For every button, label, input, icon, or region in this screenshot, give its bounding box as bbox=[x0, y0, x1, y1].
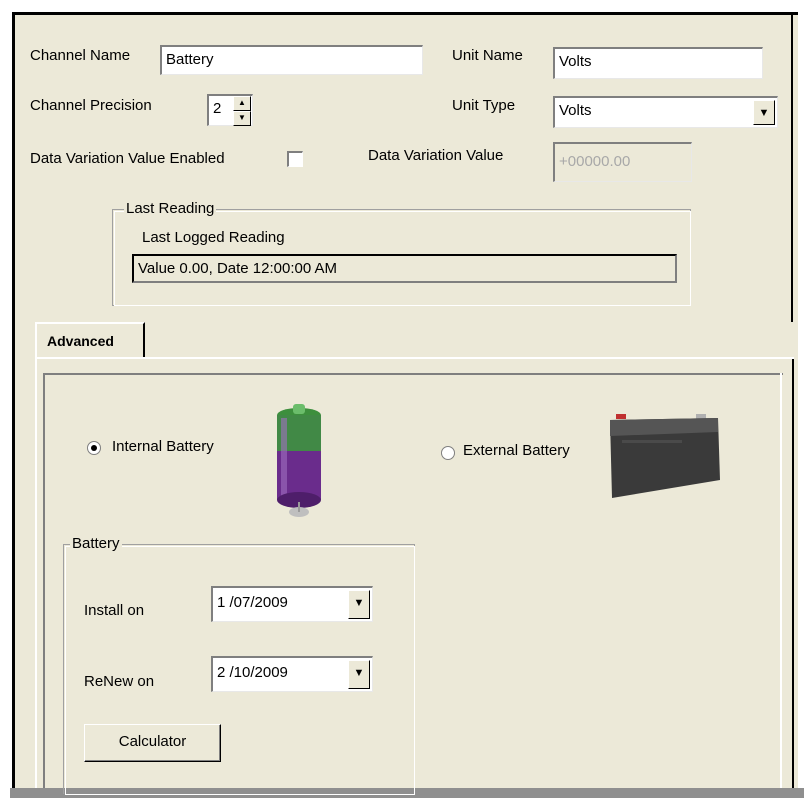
radio-selected-dot bbox=[91, 445, 97, 451]
dropdown-arrow-icon[interactable]: ▼ bbox=[753, 100, 775, 125]
content-area-right-edge bbox=[780, 373, 782, 788]
unit-type-select[interactable]: Volts ▼ bbox=[553, 96, 778, 128]
tab-advanced[interactable]: Advanced bbox=[35, 322, 145, 358]
external-battery-radio[interactable] bbox=[441, 446, 455, 460]
calculator-button[interactable]: Calculator bbox=[84, 724, 221, 762]
renew-on-value: 2 /10/2009 bbox=[217, 664, 288, 681]
data-variation-enabled-checkbox[interactable] bbox=[287, 151, 303, 167]
dropdown-arrow-icon[interactable]: ▼ bbox=[348, 660, 370, 689]
last-logged-reading-caption: Last Logged Reading bbox=[142, 229, 285, 246]
dropdown-arrow-icon[interactable]: ▼ bbox=[348, 590, 370, 619]
channel-precision-label: Channel Precision bbox=[30, 97, 152, 114]
internal-battery-label: Internal Battery bbox=[112, 438, 214, 455]
channel-name-field[interactable]: Battery bbox=[160, 45, 423, 75]
internal-battery-radio[interactable] bbox=[87, 441, 101, 455]
panel-right-border bbox=[791, 14, 793, 322]
last-reading-group-title: Last Reading bbox=[124, 200, 217, 218]
data-variation-value-label: Data Variation Value bbox=[368, 147, 504, 164]
battery-group-title: Battery bbox=[70, 535, 122, 553]
channel-name-label: Channel Name bbox=[30, 47, 131, 64]
spin-up-icon[interactable]: ▲ bbox=[233, 96, 251, 111]
unit-name-field[interactable]: Volts bbox=[553, 47, 763, 79]
unit-type-label: Unit Type bbox=[452, 97, 516, 114]
outer-margin bbox=[0, 14, 12, 798]
unit-name-label: Unit Name bbox=[452, 47, 523, 64]
precision-spin-buttons: ▲ ▼ bbox=[233, 96, 251, 126]
last-reading-value-box: Value 0.00, Date 12:00:00 AM bbox=[132, 254, 677, 283]
external-battery-label: External Battery bbox=[463, 442, 570, 459]
lead-acid-battery-icon bbox=[610, 414, 720, 498]
cylindrical-battery-icon bbox=[277, 404, 321, 517]
data-variation-value-field[interactable]: +00000.00 bbox=[553, 142, 692, 182]
data-variation-enabled-label: Data Variation Value Enabled bbox=[30, 150, 225, 167]
spin-down-icon[interactable]: ▼ bbox=[233, 111, 251, 126]
channel-precision-value: 2 bbox=[213, 100, 222, 117]
install-on-label: Install on bbox=[84, 602, 145, 619]
tab-panel-top-edge bbox=[143, 357, 794, 359]
install-on-value: 1 /07/2009 bbox=[217, 594, 288, 611]
renew-on-label: ReNew on bbox=[84, 673, 155, 690]
unit-type-value: Volts bbox=[559, 102, 592, 119]
renew-on-date-picker[interactable]: 2 /10/2009 ▼ bbox=[211, 656, 373, 692]
install-on-date-picker[interactable]: 1 /07/2009 ▼ bbox=[211, 586, 373, 622]
